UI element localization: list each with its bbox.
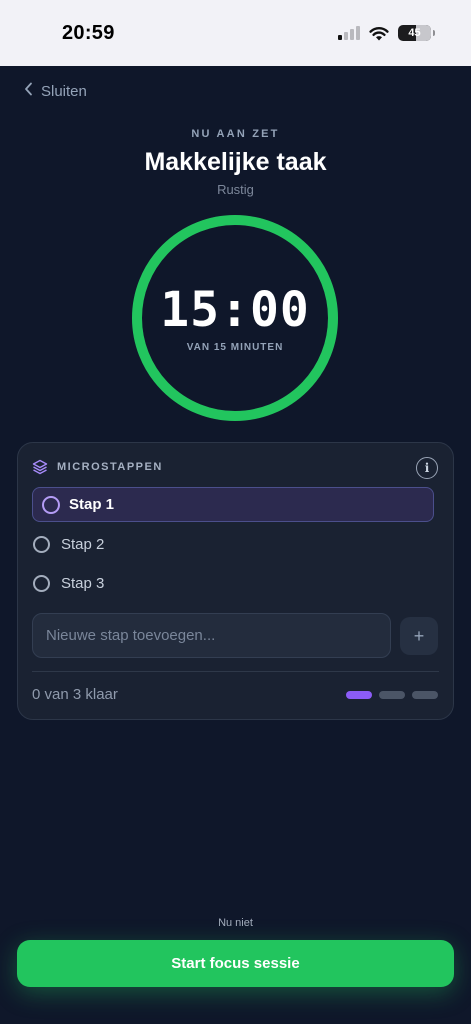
status-time: 20:59 [62,22,115,44]
status-bar: 20:59 45 [0,0,471,66]
step-item[interactable]: Stap 2 [32,527,434,562]
step-item[interactable]: Stap 1 [32,487,434,522]
task-kicker: NU AAN ZET [191,128,280,140]
radio-circle-icon[interactable] [33,575,50,592]
progress-segment [346,691,372,699]
not-now-button[interactable]: Nu niet [0,917,471,929]
task-title: Makkelijke taak [144,148,327,176]
layers-icon [32,459,48,475]
step-label: Stap 1 [69,496,115,513]
battery-icon: 45 [398,25,435,41]
close-button-label: Sluiten [41,83,87,100]
radio-circle-icon[interactable] [33,536,50,553]
progress-text: 0 van 3 klaar [32,686,118,703]
timer-display: 15:00 [160,282,310,338]
progress-segment [379,691,405,699]
timer-subtitle: VAN 15 MINUTEN [186,342,284,353]
microsteps-header: MICROSTAPPEN [32,459,163,475]
new-step-input[interactable] [32,613,391,658]
timer-ring: 15:00 VAN 15 MINUTEN [131,214,339,422]
step-label: Stap 2 [61,536,105,553]
step-item[interactable]: Stap 3 [32,566,434,601]
radio-circle-icon[interactable] [42,495,60,514]
start-focus-session-button[interactable]: Start focus sessie [17,940,454,987]
divider [32,671,439,672]
status-icons: 45 [338,25,435,41]
battery-percent: 45 [408,27,421,39]
step-label: Stap 3 [61,575,105,592]
microsteps-card: MICROSTAPPEN i Stap 1 Stap 2 Stap 3 + 0 … [17,442,454,720]
wifi-icon [369,26,389,40]
focus-screen: Sluiten NU AAN ZET Makkelijke taak Rusti… [0,66,471,1024]
chevron-left-icon [24,82,33,101]
microsteps-title: MICROSTAPPEN [57,461,163,473]
info-icon[interactable]: i [416,457,438,479]
close-button[interactable]: Sluiten [24,82,87,101]
add-step-button[interactable]: + [400,617,438,655]
progress-indicator [346,691,438,699]
cellular-signal-icon [338,26,360,40]
task-subtitle: Rustig [217,182,254,197]
progress-segment [412,691,438,699]
